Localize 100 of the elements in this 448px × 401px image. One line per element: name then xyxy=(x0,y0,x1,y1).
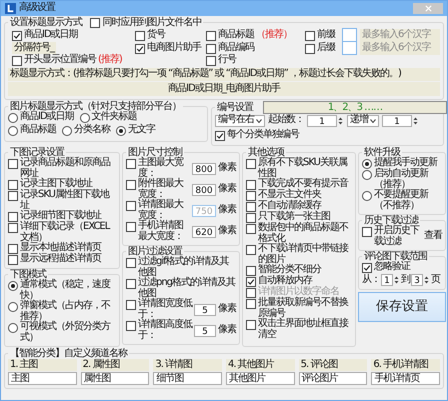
text-field[interactable]: 细节图 xyxy=(153,372,222,385)
checkbox[interactable] xyxy=(126,180,136,190)
checkbox[interactable] xyxy=(246,277,256,287)
radio-button[interactable] xyxy=(362,170,372,180)
checkbox-label: 批量获取新编号不替换原编号 xyxy=(258,298,350,318)
number-field[interactable]: 800 xyxy=(192,162,216,174)
checkbox[interactable] xyxy=(362,263,372,273)
group-title: 评论图下载范围 xyxy=(363,251,428,262)
text-field[interactable]: 属性图 xyxy=(80,372,150,385)
checkbox[interactable] xyxy=(135,44,145,54)
text-field[interactable] xyxy=(342,41,357,55)
group-title: 软件升级 xyxy=(363,147,400,158)
number-field[interactable]: 5 xyxy=(194,304,216,316)
checkbox-label: 开头显示位置编号 xyxy=(24,55,96,66)
checkbox[interactable] xyxy=(246,245,256,255)
radio-button[interactable] xyxy=(62,126,72,136)
checkbox[interactable] xyxy=(126,222,136,232)
radio-label: 可视模式（外贸分类方式） xyxy=(20,322,112,343)
view-link[interactable]: 查看 xyxy=(424,231,442,242)
unit-label: 像素 xyxy=(218,304,236,315)
radio-button[interactable] xyxy=(362,191,372,201)
checkbox[interactable] xyxy=(246,191,256,201)
checkbox[interactable] xyxy=(206,30,216,40)
number-field[interactable]: 1 xyxy=(307,114,337,126)
radio-button[interactable] xyxy=(362,159,372,169)
radio-label: 无文字 xyxy=(128,125,155,136)
checkbox[interactable] xyxy=(126,300,136,310)
field-label: 从： xyxy=(362,274,380,286)
checkbox-label: 商品ID或日期 xyxy=(24,30,78,40)
checkbox[interactable] xyxy=(305,44,315,54)
checkbox[interactable] xyxy=(8,159,18,169)
separator-label: 分隔符号_ xyxy=(12,42,56,54)
group-title: 下图模式 xyxy=(9,269,46,280)
checkbox[interactable] xyxy=(246,224,256,234)
text-field[interactable]: 其他图片 xyxy=(226,372,295,385)
checkbox[interactable] xyxy=(135,30,145,40)
spin-button[interactable] xyxy=(393,274,400,286)
checkbox-label: 商品编码 xyxy=(218,42,254,53)
number-field[interactable]: 1 xyxy=(381,274,393,286)
checkbox[interactable] xyxy=(246,180,256,190)
radio-label: 商品ID或日期 xyxy=(20,112,74,122)
checkbox[interactable] xyxy=(246,266,256,276)
checkbox[interactable] xyxy=(206,56,216,66)
checkbox-label: 自动释放内存 xyxy=(258,276,312,286)
radio-button[interactable] xyxy=(116,126,126,136)
channel-label: 3. 详情图 xyxy=(153,359,222,371)
save-button[interactable]: 保存设置 xyxy=(358,292,446,322)
radio-label: 分类名称 xyxy=(74,125,110,136)
checkbox[interactable] xyxy=(8,255,18,265)
checkbox[interactable] xyxy=(206,44,216,54)
checkbox[interactable] xyxy=(8,244,18,254)
checkbox[interactable] xyxy=(246,299,256,309)
checkbox[interactable] xyxy=(246,159,256,169)
checkbox-label: 原有不下载SKU关联属性图 xyxy=(258,158,348,178)
text-field[interactable]: 手机详情页 xyxy=(371,372,440,385)
text-field[interactable]: 主图 xyxy=(8,372,77,385)
checkbox[interactable] xyxy=(362,227,372,237)
radio-button[interactable] xyxy=(8,113,18,123)
checkbox-label: 电商图片助手 xyxy=(147,42,201,53)
radio-button[interactable] xyxy=(8,281,18,291)
number-field[interactable]: 5 xyxy=(194,324,216,336)
dropdown[interactable]: 递增 xyxy=(347,114,379,126)
radio-button[interactable] xyxy=(8,126,18,136)
checkbox[interactable] xyxy=(8,180,18,190)
checkbox[interactable] xyxy=(126,159,136,169)
checkbox[interactable] xyxy=(12,30,22,40)
number-field[interactable]: 620 xyxy=(192,226,216,238)
checkbox-label: 货号 xyxy=(147,30,165,40)
radio-button[interactable] xyxy=(8,302,18,312)
checkbox[interactable] xyxy=(8,212,18,222)
checkbox[interactable] xyxy=(90,18,100,28)
number-field[interactable]: 1 xyxy=(382,114,412,126)
checkbox[interactable] xyxy=(8,191,18,201)
radio-button[interactable] xyxy=(8,323,18,333)
spin-button[interactable] xyxy=(423,274,430,286)
title-preview: 商品ID或日期_电商图片助手 xyxy=(8,82,440,96)
number-field[interactable]: 800 xyxy=(192,184,216,196)
checkbox[interactable] xyxy=(12,56,22,66)
checkbox[interactable] xyxy=(215,131,225,141)
checkbox-label: 每个分类单独编号 xyxy=(227,130,299,140)
text-field[interactable] xyxy=(342,28,357,42)
caret-icon xyxy=(256,118,262,122)
text-field[interactable]: 评论图片 xyxy=(298,372,368,385)
dropdown[interactable]: 编号在右 xyxy=(215,114,265,126)
checkbox[interactable] xyxy=(305,30,315,40)
checkbox[interactable] xyxy=(126,258,136,268)
checkbox[interactable] xyxy=(246,202,256,212)
checkbox[interactable] xyxy=(246,213,256,223)
checkbox-label: 不下载详情页中带链接的图片 xyxy=(258,244,350,264)
radio-button[interactable] xyxy=(80,113,90,123)
checkbox[interactable] xyxy=(126,321,136,331)
checkbox[interactable] xyxy=(246,320,256,330)
checkbox-label: 忽略验证 xyxy=(374,262,410,272)
checkbox-label: 附件图最大宽度： xyxy=(138,179,184,200)
field-label: 到 xyxy=(401,274,410,286)
checkbox[interactable] xyxy=(8,223,18,233)
number-field[interactable]: 3 xyxy=(411,274,423,286)
checkbox[interactable] xyxy=(126,279,136,289)
group-title: 图片尺寸控制 xyxy=(127,147,182,158)
channel-label: 4. 其他图片 xyxy=(226,359,295,371)
